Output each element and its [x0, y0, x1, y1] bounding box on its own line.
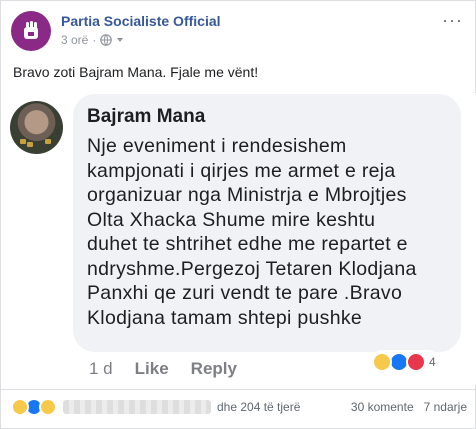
comment-author: Bajram Mana	[87, 106, 206, 127]
page-name-link[interactable]: Partia Socialiste Official	[61, 13, 221, 29]
post-time[interactable]: 3 orë	[61, 33, 88, 47]
comment-text: Nje eveniment i rendesishem kampjonati i…	[87, 135, 417, 329]
post-footer: dhe 204 të tjerë 30 komente 7 ndarje	[11, 397, 467, 417]
rose-logo-icon	[24, 21, 38, 39]
reaction-summary[interactable]	[11, 398, 57, 416]
shares-count-link[interactable]: 7 ndarje	[424, 400, 467, 414]
chevron-down-icon[interactable]	[117, 38, 124, 42]
divider	[1, 389, 476, 390]
comment-actions: 1 d Like Reply	[89, 359, 237, 379]
more-options-icon[interactable]: ···	[442, 11, 463, 29]
comment-bubble: Bajram Mana Nje eveniment i rendesishem …	[73, 94, 461, 352]
meta-separator: ·	[92, 33, 97, 47]
comments-count-link[interactable]: 30 komente	[351, 400, 414, 414]
love-reaction-icon	[406, 352, 426, 372]
wow-reaction-icon	[39, 398, 57, 416]
commenter-avatar	[10, 101, 63, 154]
comment-time: 1 d	[89, 359, 113, 378]
post-meta: 3 orë ·	[61, 33, 124, 47]
post-stats: 30 komente 7 ndarje	[351, 400, 467, 414]
globe-icon[interactable]	[100, 34, 113, 46]
haha-reaction-icon	[11, 398, 29, 416]
comment-screenshot: Bajram Mana Nje eveniment i rendesishem …	[1, 93, 476, 385]
comment-reply-link: Reply	[190, 359, 237, 378]
comment-like-link: Like	[134, 359, 169, 378]
haha-reaction-icon	[372, 352, 392, 372]
page-avatar[interactable]	[11, 11, 51, 51]
post-card: Partia Socialiste Official 3 orë · ··· B…	[0, 0, 476, 429]
comment-reactions: 4	[371, 350, 440, 374]
post-text: Bravo zoti Bajram Mana. Fjale me vënt!	[13, 64, 259, 80]
comment-reaction-count: 4	[429, 355, 436, 369]
reactions-others[interactable]: dhe 204 të tjerë	[217, 400, 300, 414]
blurred-names	[63, 400, 211, 414]
